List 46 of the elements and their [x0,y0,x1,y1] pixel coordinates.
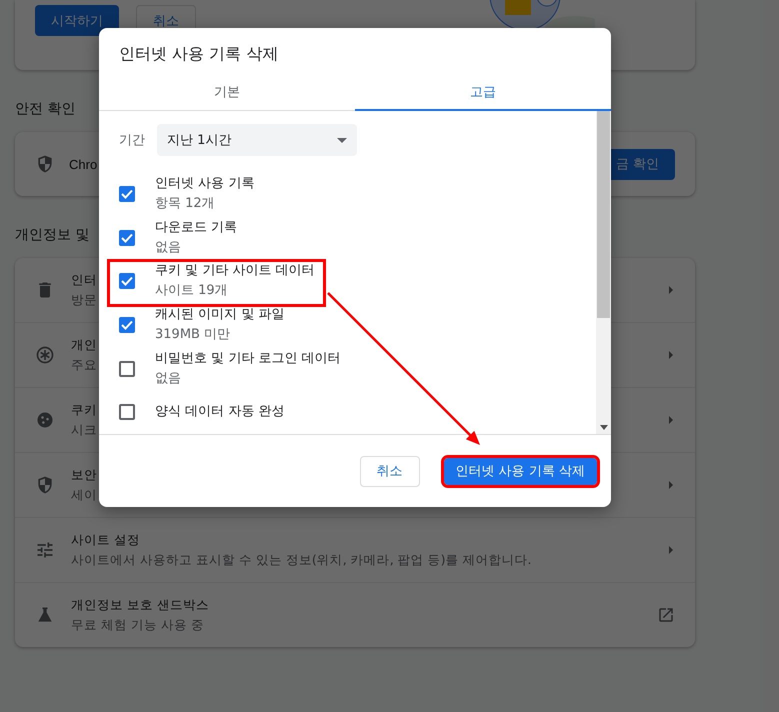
item-subtitle: 319MB 미만 [155,326,232,344]
tab[interactable]: 고급 [355,75,611,111]
row-title: 사이트 설정 [71,532,140,548]
section-heading: 안전 확인 [15,100,76,118]
caret-icon [337,138,347,142]
item-title: 양식 데이터 자동 완성 [155,403,284,422]
checkbox[interactable] [119,230,135,246]
item-title: 다운로드 기록 [155,218,238,236]
row-title: 쿠키 [71,402,97,418]
scroll-down-icon[interactable] [600,425,608,430]
dialog-title: 인터넷 사용 기록 삭제 [118,43,280,65]
start-button[interactable]: 시작하기 [35,5,119,36]
checkbox[interactable] [119,273,135,290]
period-dropdown[interactable]: 지난 1시간 [157,124,357,156]
asterisk-icon [35,345,55,365]
item-title: 비밀번호 및 기타 로그인 데이터 [155,350,341,368]
item-title: 캐시된 이미지 및 파일 [155,306,284,324]
cookie-icon [35,410,55,430]
row-subtitle: 방문 [71,292,97,308]
item-subtitle: 없음 [155,370,182,388]
row-subtitle: 무료 체험 기능 사용 중 [71,616,204,634]
tab[interactable]: 기본 [99,75,355,111]
row-subtitle: 주요 [71,356,97,374]
checkbox[interactable] [119,316,135,333]
checkbox[interactable] [119,360,135,377]
row-title: 개인 [71,336,97,354]
row-subtitle: 사이트에서 사용하고 표시할 수 있는 정보(위치, 카메라, 팝업 등)를 제어합니다. [71,552,532,568]
scrollbar[interactable] [596,111,611,434]
cancel-button[interactable]: 취소 [360,456,420,486]
sliders-icon [35,540,55,560]
item-subtitle: 사이트 19개 [155,282,229,300]
item-subtitle: 없음 [155,238,182,256]
item-text: Chro [69,156,98,172]
row-title: 보안 [71,466,97,484]
item-title: 인터넷 사용 기록 [155,174,254,193]
checkbox[interactable] [119,186,135,202]
item-subtitle: 항목 12개 [155,194,216,213]
row-subtitle: 세이 [71,486,97,504]
section-heading: 개인정보 및 [15,226,90,244]
checkbox[interactable] [119,404,135,420]
row-subtitle: 시크 [71,422,97,438]
delete-history-button[interactable]: 인터넷 사용 기록 삭제 [444,458,597,484]
period-label: 기간 [119,132,145,149]
item-title: 쿠키 및 기타 사이트 데이터 [155,262,315,280]
row-title: 인터 [71,272,97,288]
row-title: 개인정보 보호 샌드박스 [71,596,209,614]
